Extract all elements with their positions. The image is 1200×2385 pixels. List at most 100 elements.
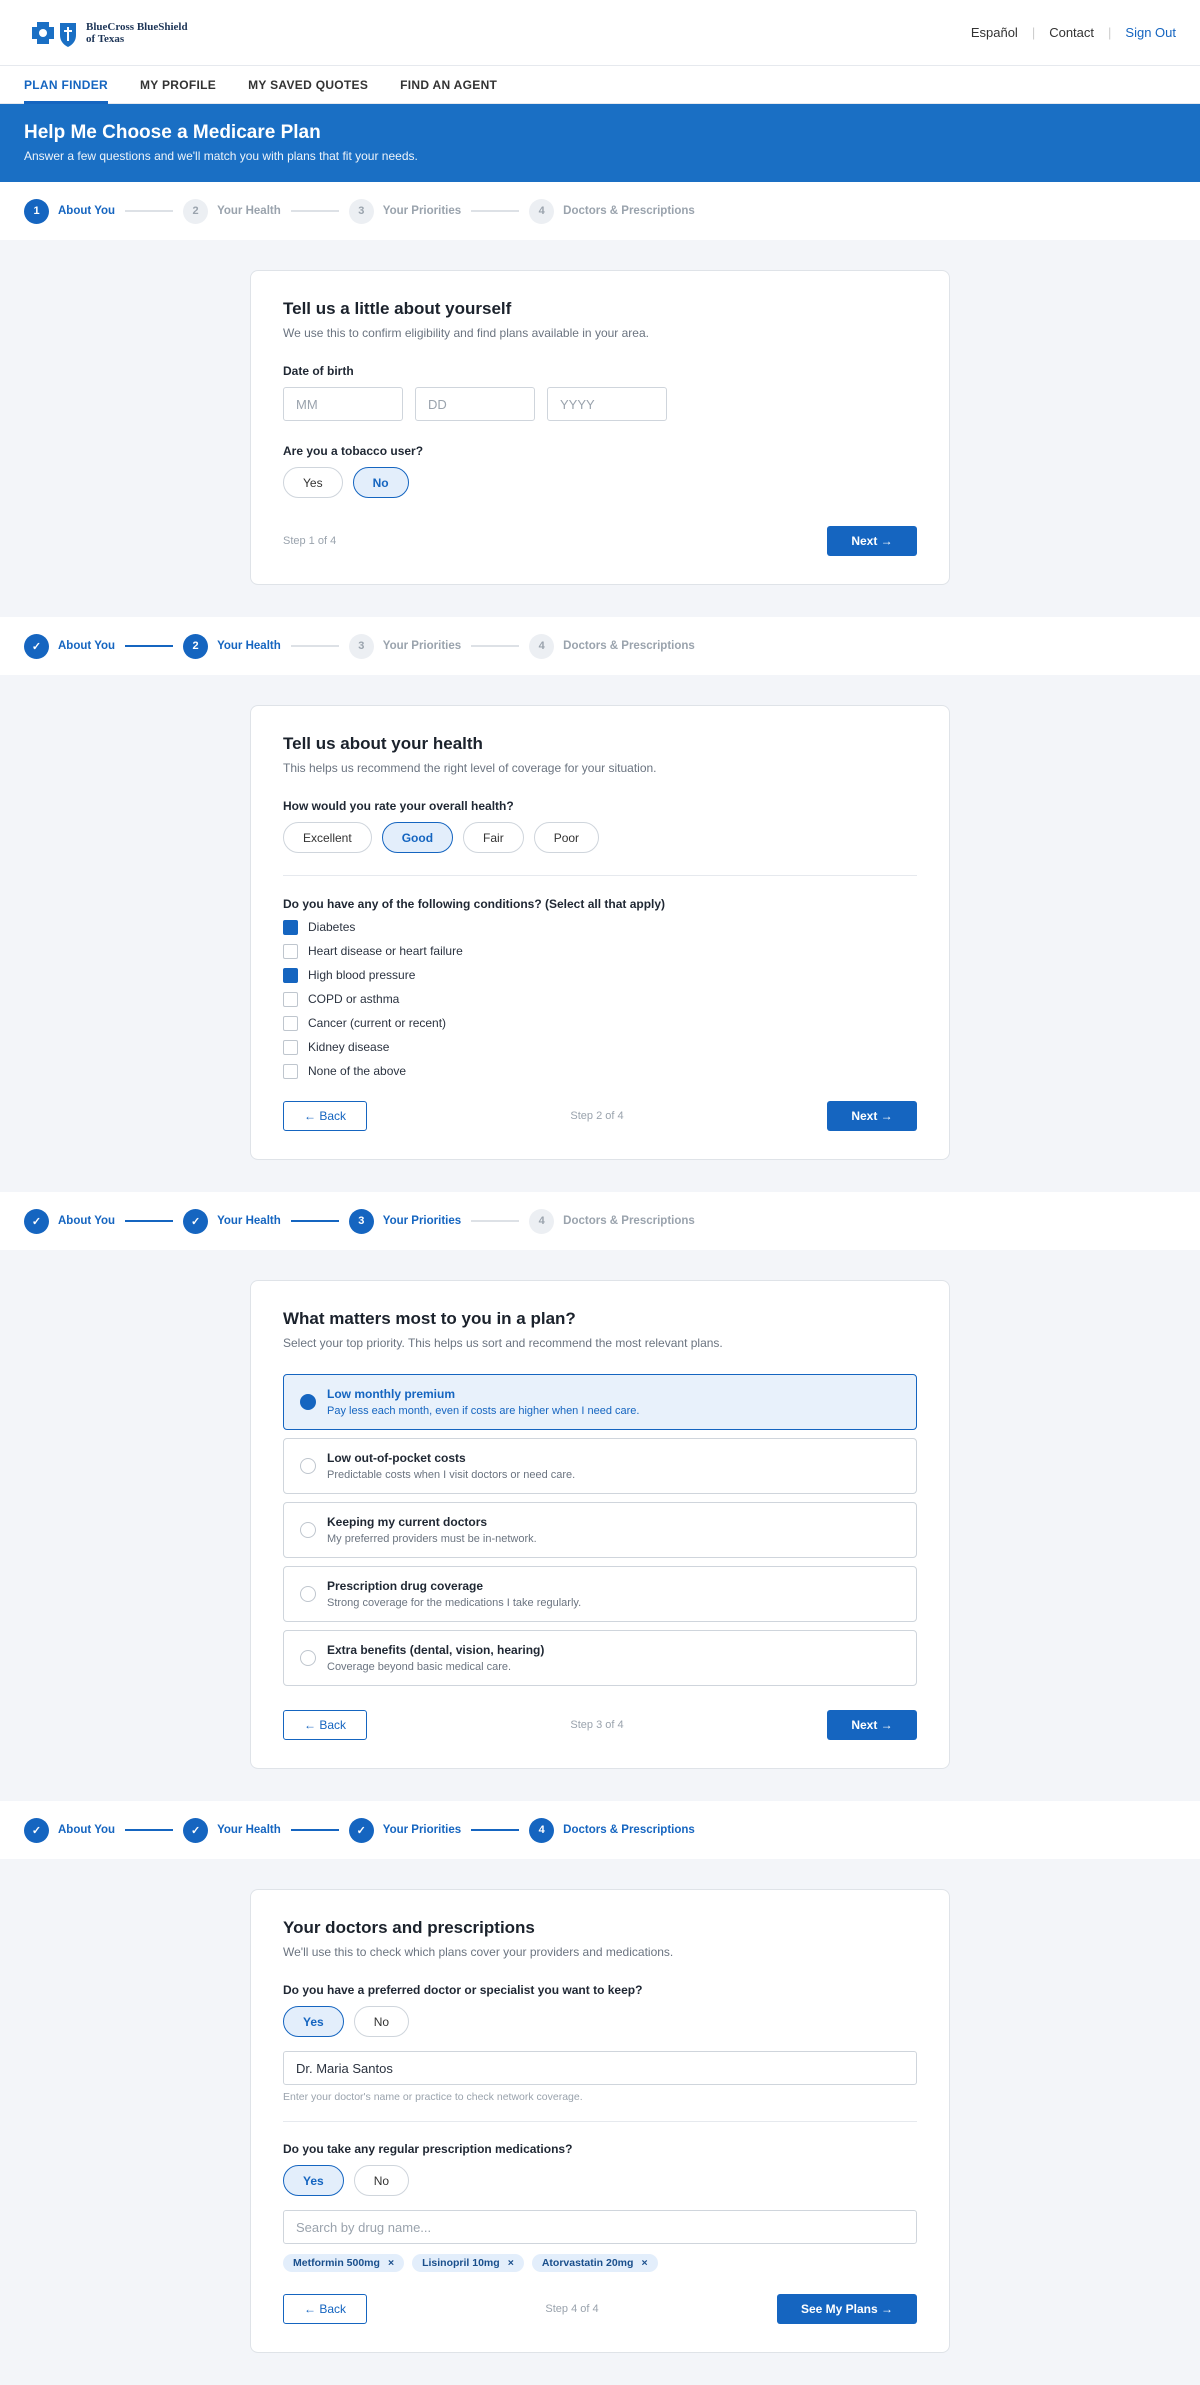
- step-your-health[interactable]: ✓ Your Health: [183, 1817, 281, 1843]
- progress-stepper: ✓ About You ✓ Your Health ✓ Your Priorities…: [0, 1801, 1200, 1859]
- condition-none[interactable]: None of the above: [283, 1063, 917, 1079]
- option-title: Extra benefits (dental, vision, hearing): [327, 1643, 545, 1657]
- option-description: Pay less each month, even if costs are h…: [327, 1405, 640, 1417]
- rating-excellent-option[interactable]: Excellent: [283, 822, 372, 853]
- step-your-priorities[interactable]: 3 Your Priorities: [348, 198, 461, 224]
- your-health-card: Tell us about your health This helps us …: [250, 705, 950, 1160]
- drug-search-input[interactable]: Search by drug name...: [283, 2210, 917, 2244]
- radio-button[interactable]: [300, 1522, 316, 1538]
- step-about-you[interactable]: ✓ About You: [24, 1817, 115, 1843]
- step-about-you[interactable]: ✓ About You: [24, 1208, 116, 1234]
- step-label: Your Health: [217, 1215, 281, 1227]
- doctor-name-input[interactable]: Dr. Maria Santos: [283, 2051, 917, 2085]
- radio-button[interactable]: [300, 1650, 316, 1666]
- checkbox[interactable]: [283, 919, 298, 935]
- nav-my-saved-quotes[interactable]: MY SAVED QUOTES: [248, 66, 368, 104]
- step-number: 1: [24, 198, 49, 224]
- remove-icon[interactable]: ×: [641, 2257, 647, 2269]
- next-button[interactable]: Next →: [827, 526, 917, 556]
- step-label: Your Health: [217, 205, 281, 217]
- drug-chip: Metformin 500mg ×: [283, 2254, 405, 2272]
- priority-keep-doctors[interactable]: Keeping my current doctors My preferred p…: [283, 1502, 917, 1558]
- brand-logo[interactable]: BlueCross BlueShield of Texas: [24, 17, 196, 49]
- condition-diabetes[interactable]: Diabetes: [283, 919, 917, 935]
- tobacco-no-option[interactable]: No: [352, 467, 409, 498]
- dob-year-input[interactable]: YYYY: [547, 387, 667, 421]
- check-icon: ✓: [183, 1208, 209, 1234]
- remove-icon[interactable]: ×: [388, 2257, 394, 2269]
- nav-plan-finder[interactable]: PLAN FINDER: [24, 66, 108, 104]
- step-doctors-prescriptions[interactable]: 4 Doctors & Prescriptions: [529, 1208, 695, 1234]
- step-your-priorities[interactable]: ✓ Your Priorities: [348, 1817, 461, 1843]
- nav-find-an-agent[interactable]: FIND AN AGENT: [400, 66, 497, 104]
- health-rating-label: How would you rate your overall health?: [283, 799, 514, 813]
- chip-label: Lisinopril 10mg: [422, 2257, 500, 2269]
- condition-high-blood-pressure[interactable]: High blood pressure: [283, 967, 917, 983]
- step-doctors-prescriptions[interactable]: 4 Doctors & Prescriptions: [529, 1817, 695, 1843]
- remove-icon[interactable]: ×: [508, 2257, 514, 2269]
- radio-button[interactable]: [300, 1586, 316, 1602]
- sign-out-link[interactable]: Sign Out: [1125, 25, 1176, 40]
- back-button[interactable]: ← Back: [283, 2294, 367, 2324]
- dob-day-input[interactable]: DD: [415, 387, 535, 421]
- step-connector: [471, 210, 520, 212]
- checkbox-label: Cancer (current or recent): [308, 1016, 447, 1030]
- checkbox[interactable]: [283, 1039, 298, 1055]
- checkbox[interactable]: [283, 1063, 298, 1079]
- step-label: About You: [58, 1215, 116, 1227]
- doctor-no-option[interactable]: No: [353, 2006, 410, 2037]
- rating-poor-option[interactable]: Poor: [533, 822, 600, 853]
- option-description: Strong coverage for the medications I ta…: [327, 1597, 582, 1609]
- condition-heart-disease[interactable]: Heart disease or heart failure: [283, 943, 917, 959]
- next-button[interactable]: Next →: [827, 1710, 917, 1740]
- rx-question-label: Do you take any regular prescription med…: [283, 2142, 573, 2156]
- step-your-health[interactable]: ✓ Your Health: [183, 1208, 281, 1234]
- check-icon: ✓: [24, 633, 49, 659]
- radio-button[interactable]: [300, 1458, 316, 1474]
- dob-month-input[interactable]: MM: [283, 387, 403, 421]
- condition-cancer[interactable]: Cancer (current or recent): [283, 1015, 917, 1031]
- back-button[interactable]: ← Back: [283, 1710, 367, 1740]
- priority-low-out-of-pocket[interactable]: Low out-of-pocket costs Predictable costs…: [283, 1438, 917, 1494]
- step-your-priorities[interactable]: 3 Your Priorities: [348, 633, 461, 659]
- condition-copd-asthma[interactable]: COPD or asthma: [283, 991, 917, 1007]
- option-title: Keeping my current doctors: [327, 1515, 488, 1529]
- option-title: Low out-of-pocket costs: [327, 1451, 466, 1465]
- checkbox[interactable]: [283, 1015, 298, 1031]
- doctor-yes-option[interactable]: Yes: [283, 2006, 344, 2037]
- card-subtitle: This helps us recommend the right level …: [283, 761, 657, 775]
- rx-yes-option[interactable]: Yes: [283, 2165, 344, 2196]
- checkbox[interactable]: [283, 943, 298, 959]
- checkbox[interactable]: [283, 967, 298, 983]
- step-doctors-prescriptions[interactable]: 4 Doctors & Prescriptions: [529, 198, 695, 224]
- next-button[interactable]: Next →: [827, 1101, 917, 1131]
- rating-fair-option[interactable]: Fair: [463, 822, 524, 853]
- step-about-you[interactable]: 1 About You: [24, 198, 115, 224]
- rx-no-option[interactable]: No: [353, 2165, 410, 2196]
- back-button[interactable]: ← Back: [283, 1101, 367, 1131]
- nav-my-profile[interactable]: MY PROFILE: [140, 66, 216, 104]
- tobacco-yes-option[interactable]: Yes: [283, 467, 343, 498]
- step-label: Your Health: [217, 640, 281, 652]
- your-health-section: Tell us about your health This helps us …: [0, 675, 1200, 1192]
- step-your-priorities[interactable]: 3 Your Priorities: [348, 1208, 461, 1234]
- checkbox-label: Diabetes: [308, 920, 356, 934]
- priority-drug-coverage[interactable]: Prescription drug coverage Strong coverag…: [283, 1566, 917, 1622]
- priority-low-premium[interactable]: Low monthly premium Pay less each month, …: [283, 1374, 917, 1430]
- option-description: Predictable costs when I visit doctors o…: [327, 1469, 576, 1481]
- priority-extra-benefits[interactable]: Extra benefits (dental, vision, hearing)…: [283, 1630, 917, 1686]
- chip-label: Metformin 500mg: [293, 2257, 380, 2269]
- step-about-you[interactable]: ✓ About You: [24, 633, 115, 659]
- checkbox[interactable]: [283, 991, 298, 1007]
- top-header: BlueCross BlueShield of Texas Español | …: [0, 0, 1200, 66]
- espanol-link[interactable]: Español: [971, 25, 1018, 40]
- contact-link[interactable]: Contact: [1049, 25, 1094, 40]
- radio-button[interactable]: [300, 1394, 316, 1410]
- rating-good-option[interactable]: Good: [381, 822, 454, 853]
- step-doctors-prescriptions[interactable]: 4 Doctors & Prescriptions: [529, 633, 695, 659]
- priority-options: Low monthly premium Pay less each month, …: [283, 1374, 917, 1686]
- step-your-health[interactable]: 2 Your Health: [183, 633, 281, 659]
- condition-kidney-disease[interactable]: Kidney disease: [283, 1039, 917, 1055]
- step-your-health[interactable]: 2 Your Health: [183, 198, 281, 224]
- see-my-plans-button[interactable]: See My Plans →: [777, 2294, 917, 2324]
